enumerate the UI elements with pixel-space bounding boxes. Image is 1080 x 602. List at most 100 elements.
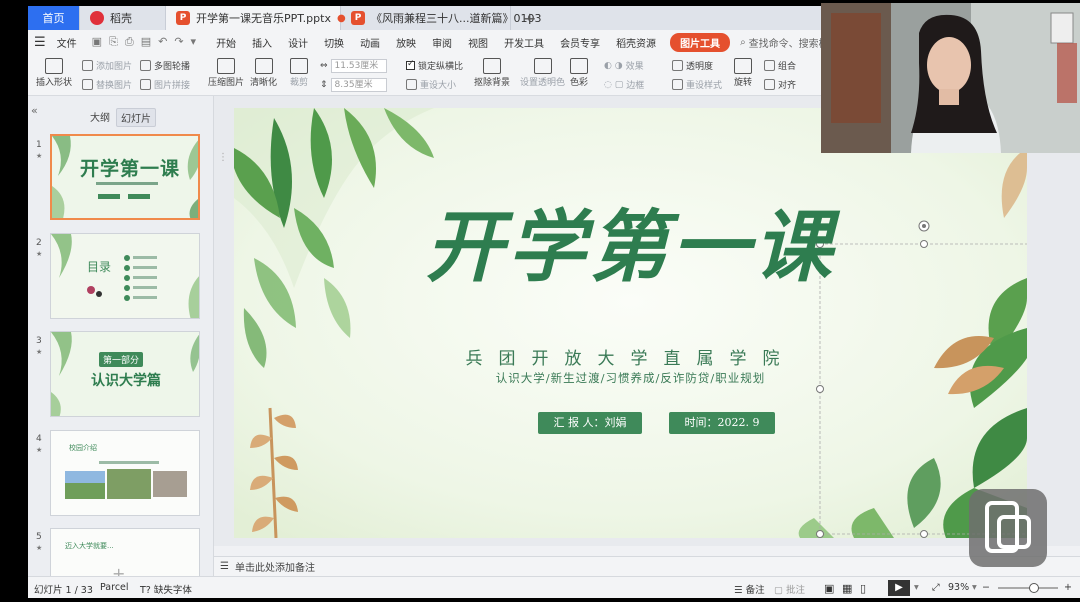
menu-picture-tools[interactable]: 图片工具 [670,32,731,52]
slide-reporter-badge[interactable]: 汇 报 人：刘娟 [538,412,642,434]
multi-outline-button[interactable]: 多图轮播 [140,59,190,72]
preview-icon[interactable]: ▤ [141,35,151,49]
notes-icon: ☰ [220,561,229,572]
sharpen-button[interactable]: 清晰化 [250,58,277,88]
tab-other-document[interactable]: P 《风雨兼程三十八...道新篇》0103 [341,6,541,30]
reading-view-icon[interactable]: ▯ [860,582,866,595]
dropdown-icon[interactable]: ▾ [191,35,197,49]
tab-docer[interactable]: 稻壳 [80,6,166,30]
slide-thumbnail-4[interactable]: 校园介绍 [50,430,200,516]
menu-docer-resources[interactable]: 稻壳资源 [608,35,664,50]
thumb-1-tag-1 [98,194,120,199]
save-icon[interactable]: ▣ [92,35,102,49]
menu-developer[interactable]: 开发工具 [496,35,552,50]
zoom-dropdown-icon[interactable]: ▾ [972,582,977,593]
height-input[interactable]: 8.35厘米 [330,78,387,92]
border-button[interactable]: ◌ ▢ 边框 [604,78,645,92]
width-field[interactable]: ⇔ 11.53厘米 [320,59,387,73]
border-label: 边框 [626,81,645,91]
slide-thumbnail-1[interactable]: 开学第一课 [50,134,200,220]
color-button[interactable]: 色彩 [570,58,588,88]
fit-window-icon[interactable]: ⤢ [932,582,940,593]
menu-member[interactable]: 会员专享 [552,35,608,50]
slide-thumbnail-panel: « 大纲 幻灯片 1 ★ 开学第一课 2 ★ 目录 3 ★ 第一部分 认识大学篇… [28,96,214,576]
slide-time-badge[interactable]: 时间：2022. 9 [669,412,775,434]
height-field[interactable]: ⇕ 8.35厘米 [320,78,387,92]
menu-insert[interactable]: 插入 [244,35,280,50]
floating-assistant-button[interactable] [969,489,1047,567]
rotate-button[interactable]: 旋转 [734,58,752,88]
reset-style-label: 重设样式 [686,81,723,91]
zoom-in-button[interactable]: + [1064,582,1072,593]
zoom-out-button[interactable]: − [982,582,990,593]
slide-title[interactable]: 开学第一课 [234,204,1027,292]
hamburger-icon[interactable]: ☰ [34,35,50,50]
slide-thumbnail-2[interactable]: 目录 [50,233,200,319]
tab-slides[interactable]: 幻灯片 [116,108,156,127]
tab-home[interactable]: 首页 [28,6,80,30]
horizontal-scrollbar[interactable] [214,546,1080,556]
width-input[interactable]: 11.53厘米 [330,59,387,73]
compress-picture-button[interactable]: 压缩图片 [208,58,244,88]
add-picture-button[interactable]: 添加图片 [82,59,132,72]
thumb-1-title: 开学第一课 [80,158,181,180]
crop-button[interactable]: 裁剪 [290,58,308,88]
slide-thumbnail-3[interactable]: 第一部分 认识大学篇 [50,331,200,417]
notes-pane[interactable]: ☰ 单击此处添加备注 [214,556,1080,576]
comment-toggle[interactable]: ▢ 批注 [774,582,805,596]
remove-background-button[interactable]: 抠除背景 [474,58,510,88]
menu-view[interactable]: 视图 [460,35,496,50]
menu-slideshow[interactable]: 放映 [388,35,424,50]
menu-transition[interactable]: 切换 [316,35,352,50]
thumb-1-tag-2 [128,194,150,199]
play-slideshow-icon[interactable]: ▶ [888,580,910,596]
transparency-button[interactable]: 透明度 [672,59,713,72]
thumb-number: 3 [36,336,42,346]
normal-view-icon[interactable]: ▣ [824,582,834,595]
panel-splitter-handle[interactable]: ⋮ [218,152,228,163]
new-tab-button[interactable]: + [511,6,548,30]
tab-active-document-label: 开学第一课无音乐PPT.pptx [196,12,331,25]
tab-active-document[interactable]: P 开学第一课无音乐PPT.pptx ● [166,6,346,30]
file-menu[interactable]: 文件 [50,35,84,50]
color-icon [570,58,588,74]
thumb-2-title: 目录 [87,260,112,274]
collapse-panel-icon[interactable]: « [31,104,38,117]
carousel-icon [140,60,151,71]
animation-star-icon: ★ [36,446,43,454]
zoom-level[interactable]: 93% [948,582,969,593]
menu-animation[interactable]: 动画 [352,35,388,50]
export-icon[interactable]: ⎘ [109,35,118,49]
missing-font-button[interactable]: T? 缺失字体 [140,582,192,596]
color-label: 色彩 [570,78,589,88]
redo-icon[interactable]: ↷ [174,35,183,49]
insert-shape-button[interactable]: 插入形状 [36,58,72,88]
set-transparent-button[interactable]: 设置透明色 [520,58,565,88]
sorter-view-icon[interactable]: ▦ [842,582,852,595]
zoom-slider[interactable] [998,583,1058,593]
slide-subtitle[interactable]: 认识大学/新生过渡/习惯养成/反诈防贷/职业规划 [234,370,1027,386]
lock-ratio-checkbox[interactable]: 锁定纵横比 [406,59,463,72]
add-slide-button[interactable]: + [112,564,125,576]
menu-start[interactable]: 开始 [208,35,244,50]
zoom-slider-thumb[interactable] [1029,583,1039,593]
notes-placeholder: 单击此处添加备注 [234,563,315,574]
menu-design[interactable]: 设计 [280,35,316,50]
tab-outline[interactable]: 大纲 [86,108,114,125]
reset-style-button[interactable]: 重设样式 [672,78,722,91]
align-button[interactable]: 对齐 [764,78,796,91]
group-button[interactable]: 组合 [764,59,796,72]
replace-picture-icon [82,79,93,90]
print-icon[interactable]: ⎙ [125,35,134,49]
reset-size-button[interactable]: 重设大小 [406,78,456,91]
menu-review[interactable]: 审阅 [424,35,460,50]
current-slide[interactable]: 开学第一课 兵团开放大学直属学院 认识大学/新生过渡/习惯养成/反诈防贷/职业规… [234,108,1027,538]
picture-combine-button[interactable]: 图片拼接 [140,78,190,91]
undo-icon[interactable]: ↶ [158,35,167,49]
replace-picture-button[interactable]: 替换图片 [82,78,132,91]
slide-college[interactable]: 兵团开放大学直属学院 [234,344,1027,369]
remove-bg-label: 抠除背景 [474,78,511,88]
notes-toggle[interactable]: ☰ 备注 [734,582,765,596]
effects-button[interactable]: ◐ ◑ 效果 [604,59,644,73]
play-dropdown-icon[interactable]: ▾ [914,582,919,593]
